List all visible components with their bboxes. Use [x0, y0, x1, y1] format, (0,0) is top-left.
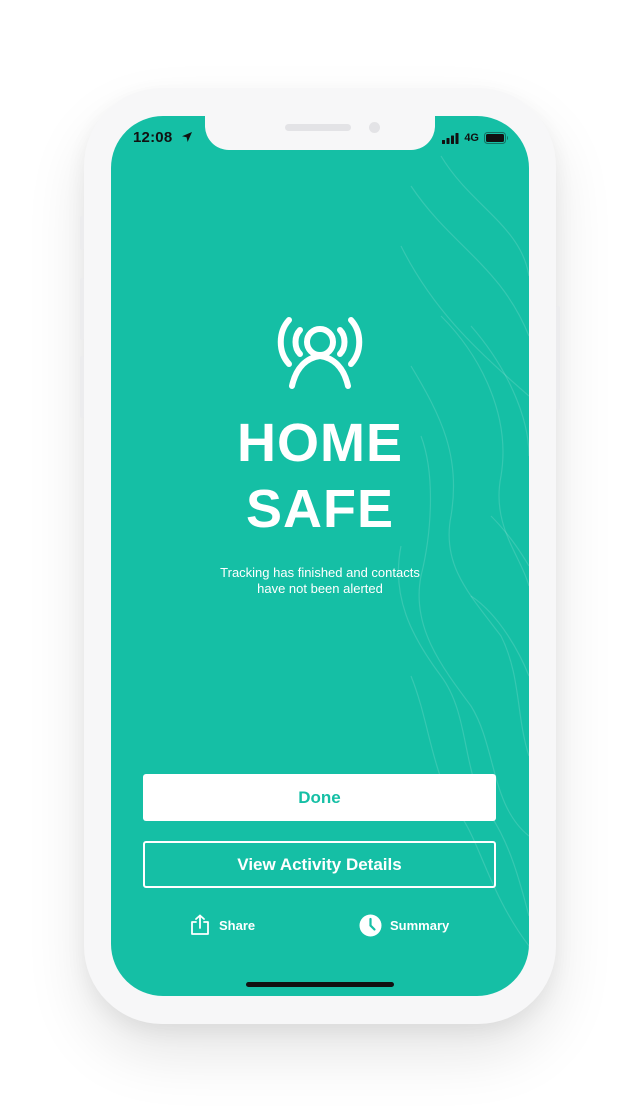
headline-home: HOME	[237, 413, 403, 473]
view-activity-details-button[interactable]: View Activity Details	[143, 841, 496, 888]
cellular-signal-icon	[442, 132, 459, 144]
summary-label: Summary	[390, 917, 450, 933]
status-message: Tracking has finished and contacts have …	[191, 565, 449, 597]
network-type: 4G	[464, 132, 479, 144]
speaker-grille	[285, 124, 351, 131]
front-camera	[369, 122, 380, 133]
notch	[205, 116, 435, 150]
share-label: Share	[219, 917, 256, 933]
share-button[interactable]: Share	[189, 912, 255, 938]
battery-icon	[484, 132, 508, 144]
summary-button[interactable]: Summary	[359, 912, 449, 938]
person-signal-icon	[277, 317, 363, 389]
mute-switch	[80, 216, 84, 250]
status-message-line1: Tracking has finished and contacts	[220, 565, 420, 580]
phone-frame: 12:08 4G HOME SAFE Tracking has finished…	[80, 88, 560, 1024]
share-icon	[191, 914, 209, 935]
volume-up-button	[80, 278, 84, 340]
volume-down-button	[80, 356, 84, 418]
app-screen: 12:08 4G HOME SAFE Tracking has finished…	[111, 116, 529, 996]
home-indicator[interactable]	[246, 982, 394, 987]
status-message-line2: have not been alerted	[257, 581, 383, 596]
status-indicators: 4G	[442, 131, 509, 145]
power-button	[556, 306, 560, 410]
headline-safe: SAFE	[245, 479, 395, 539]
done-button[interactable]: Done	[143, 774, 496, 821]
clock-icon	[359, 914, 382, 936]
location-arrow-icon	[182, 132, 192, 142]
status-time: 12:08	[133, 129, 173, 146]
